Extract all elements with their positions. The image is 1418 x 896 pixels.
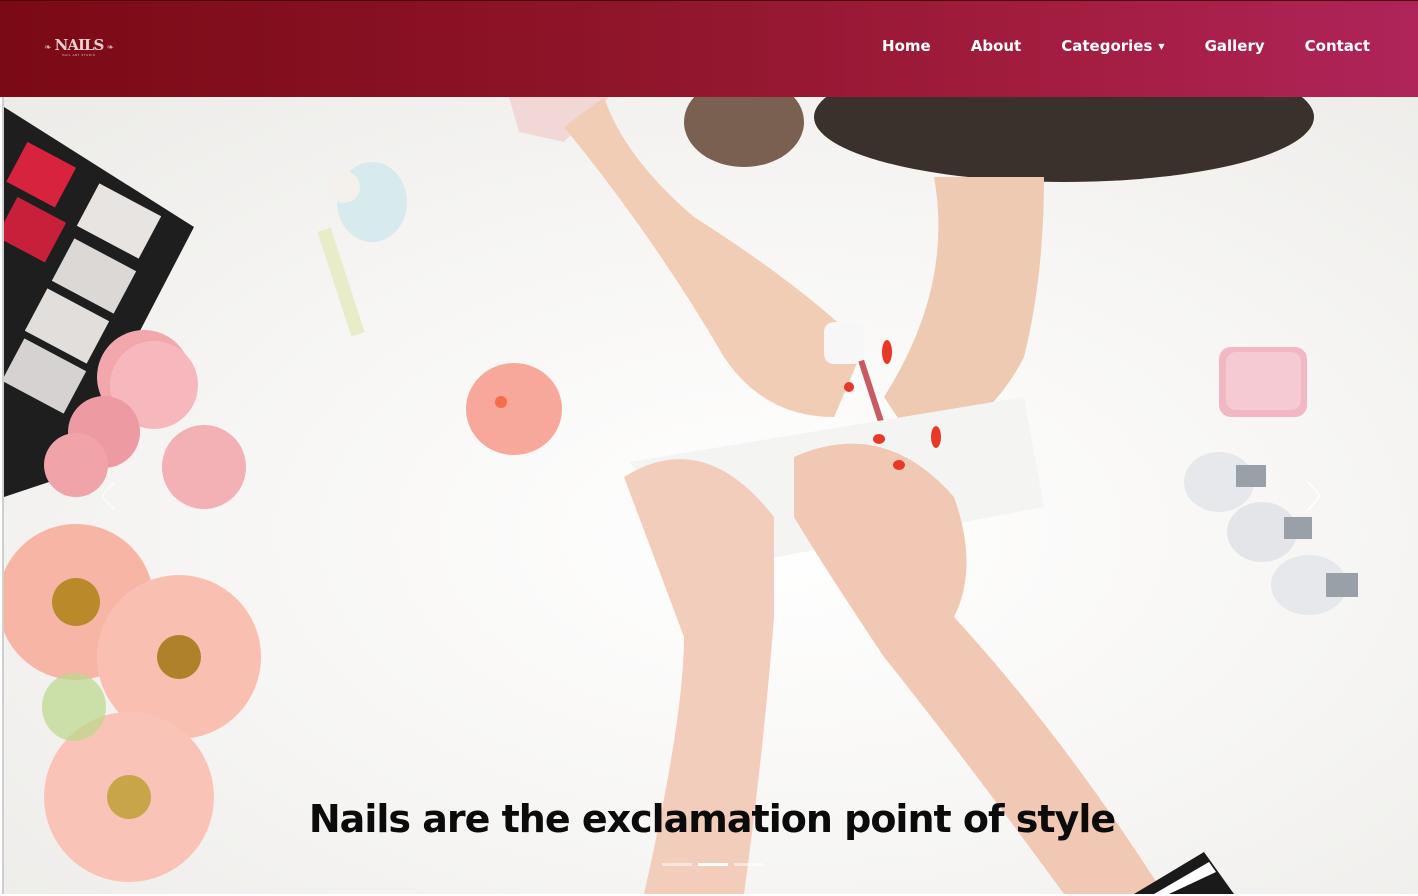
caret-down-icon: ▼ [1158, 41, 1165, 51]
logo-text: NAILS [54, 36, 105, 54]
nav-home-label: Home [882, 37, 931, 55]
nav-categories-label: Categories [1061, 37, 1153, 55]
main-nav: Home About Categories ▼ Gallery Contact [842, 37, 1370, 55]
dropper-bottle [317, 162, 407, 337]
polish-bottles [1184, 347, 1358, 615]
logo-leaf-left-icon: ❧ [44, 43, 52, 53]
navbar: ❧ NAILS NAIL ART STUDIO ❧ Home About Cat… [0, 0, 1418, 97]
nav-home[interactable]: Home [882, 37, 931, 55]
peach-egg [466, 363, 562, 455]
carousel-indicators [662, 863, 764, 866]
hero-image [4, 97, 1358, 894]
nav-contact[interactable]: Contact [1305, 37, 1370, 55]
chevron-right-icon [1307, 481, 1322, 511]
carousel-prev-button[interactable] [94, 479, 122, 513]
carousel-indicator-3[interactable] [734, 863, 764, 866]
nav-gallery-label: Gallery [1204, 37, 1265, 55]
nav-about[interactable]: About [971, 37, 1022, 55]
hair [684, 97, 1314, 182]
logo-leaf-right-icon: ❧ [106, 43, 114, 53]
hero-caption: Nails are the exclamation point of style [308, 797, 1116, 841]
carousel-next-button[interactable] [1300, 479, 1328, 513]
nav-categories[interactable]: Categories ▼ [1061, 37, 1164, 55]
carousel-indicator-1[interactable] [662, 863, 692, 866]
nav-contact-label: Contact [1304, 37, 1370, 55]
carousel-indicator-2[interactable] [698, 863, 728, 866]
logo[interactable]: ❧ NAILS NAIL ART STUDIO ❧ [44, 37, 114, 65]
nav-gallery[interactable]: Gallery [1205, 37, 1265, 55]
chevron-left-icon [100, 481, 115, 511]
hero-carousel: Nails are the exclamation point of style [2, 97, 1418, 894]
nav-about-label: About [970, 37, 1022, 55]
